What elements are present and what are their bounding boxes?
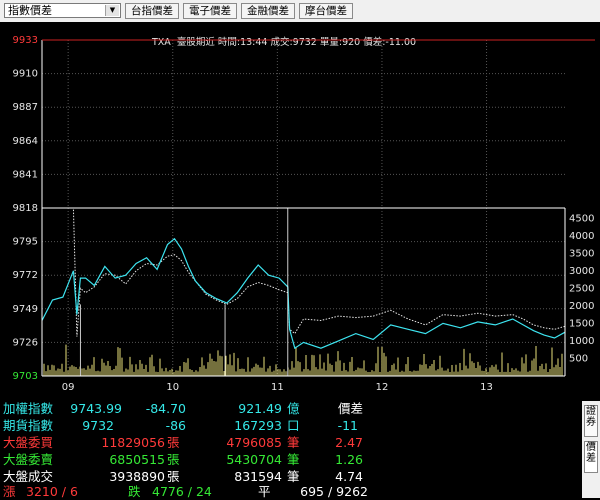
ask-count: 5430704 (226, 452, 282, 467)
tab-securities[interactable]: 證券 (584, 405, 598, 437)
bid-count-unit: 筆 (287, 435, 300, 450)
market-summary-table: 加權指數 9743.99 -84.70 921.49 億 價差 期貨指數 973… (0, 398, 580, 500)
down-count: 4776 / 24 (152, 484, 212, 499)
y-tick-label: 9772 (13, 270, 38, 281)
index-series-line (42, 207, 566, 337)
dropdown-value: 指數價差 (8, 4, 52, 17)
y-tick-label: 9933 (13, 36, 38, 46)
turnover-value: 921.49 (238, 401, 282, 416)
table-row: 大盤委買 11829056 張 4796085 筆 2.47 (0, 434, 580, 451)
x-tick-label: 13 (480, 382, 493, 393)
volume-tick-label: 500 (569, 354, 588, 365)
ask-ratio: 1.26 (335, 452, 363, 467)
ask-volume-unit: 張 (167, 452, 180, 467)
volume-tick-label: 4000 (569, 231, 594, 242)
volume-tick-label: 4500 (569, 214, 594, 225)
quote-info-line: TXA 臺股期近 時間:13:44 成交:9732 單量:920 價差:-11.… (0, 22, 600, 48)
y-tick-label: 9818 (13, 203, 38, 214)
y-tick-label: 9910 (13, 69, 38, 80)
index-value: 9743.99 (70, 401, 122, 416)
table-row: 大盤委賣 6850515 張 5430704 筆 1.26 (0, 451, 580, 468)
taiex-spread-button[interactable]: 台指價差 (125, 3, 179, 19)
spread-chart: 9933 9910 9887 9864 9841 9818 9795 9772 9749 9726… (13, 36, 595, 393)
row-label: 期貨指數 (3, 418, 54, 433)
row-label: 大盤委買 (3, 435, 54, 450)
y-tick-label: 9864 (13, 136, 38, 147)
y-tick-label: 9726 (13, 337, 38, 348)
volume-tick-label: 1000 (569, 336, 594, 347)
side-tabs: 證券 價差 (582, 401, 600, 498)
ask-volume: 6850515 (109, 452, 165, 467)
x-tick-label: 10 (166, 382, 179, 393)
bid-volume-unit: 張 (167, 435, 180, 450)
row-label: 大盤委賣 (3, 452, 54, 467)
y-tick-label: 9887 (13, 102, 38, 113)
table-row: 加權指數 9743.99 -84.70 921.49 億 價差 (0, 400, 580, 417)
x-tick-label: 12 (376, 382, 389, 393)
chevron-down-icon[interactable]: ▼ (105, 5, 119, 16)
index-change: -84.70 (145, 401, 186, 416)
chart-axes (41, 39, 595, 377)
breadth-row: 漲 3210 / 6 跌 4776 / 24 平 695 / 9262 (0, 483, 580, 500)
y-tick-label: 9795 (13, 237, 38, 248)
open-interest-value: 167293 (234, 418, 282, 433)
volume-tick-label: 3000 (569, 266, 594, 277)
y-tick-label: 9749 (13, 304, 38, 315)
volume-bars (43, 344, 563, 376)
row-label: 加權指數 (3, 401, 54, 416)
index-select-dropdown[interactable]: 指數價差 ▼ (4, 3, 121, 18)
toolbar: 指數價差 ▼ 台指價差 電子價差 金融價差 摩台價差 (0, 0, 600, 22)
finance-spread-button[interactable]: 金融價差 (241, 3, 295, 19)
y-tick-label: 9841 (13, 169, 38, 180)
open-interest-unit: 口 (287, 418, 300, 433)
future-value: 9732 (82, 418, 114, 433)
volume-tick-label: 1500 (569, 319, 594, 330)
down-label: 跌 (128, 484, 141, 499)
x-tick-label: 11 (271, 382, 284, 393)
flat-label: 平 (258, 484, 271, 499)
spread-header: 價差 (337, 401, 363, 416)
volume-tick-label: 2500 (569, 284, 594, 295)
electronics-spread-button[interactable]: 電子價差 (183, 3, 237, 19)
flat-count: 695 / 9262 (300, 484, 368, 499)
axis-labels: 9933 9910 9887 9864 9841 9818 9795 9772 9749 9726… (13, 36, 595, 393)
volume-tick-label: 3500 (569, 249, 594, 260)
bid-count: 4796085 (226, 435, 282, 450)
up-count: 3210 / 6 (26, 484, 78, 499)
bid-volume: 11829056 (101, 435, 165, 450)
volume-tick-label: 2000 (569, 301, 594, 312)
spread-value: -11 (337, 418, 358, 433)
bid-ratio: 2.47 (335, 435, 363, 450)
up-label: 漲 (3, 484, 16, 499)
msci-spread-button[interactable]: 摩台價差 (299, 3, 353, 19)
table-row: 期貨指數 9732 -86 167293 口 -11 (0, 417, 580, 434)
future-change: -86 (165, 418, 186, 433)
y-tick-label: 9703 (13, 371, 38, 382)
x-tick-label: 09 (62, 382, 75, 393)
ask-count-unit: 筆 (287, 452, 300, 467)
tab-spread[interactable]: 價差 (584, 441, 598, 473)
turnover-unit: 億 (287, 401, 300, 416)
